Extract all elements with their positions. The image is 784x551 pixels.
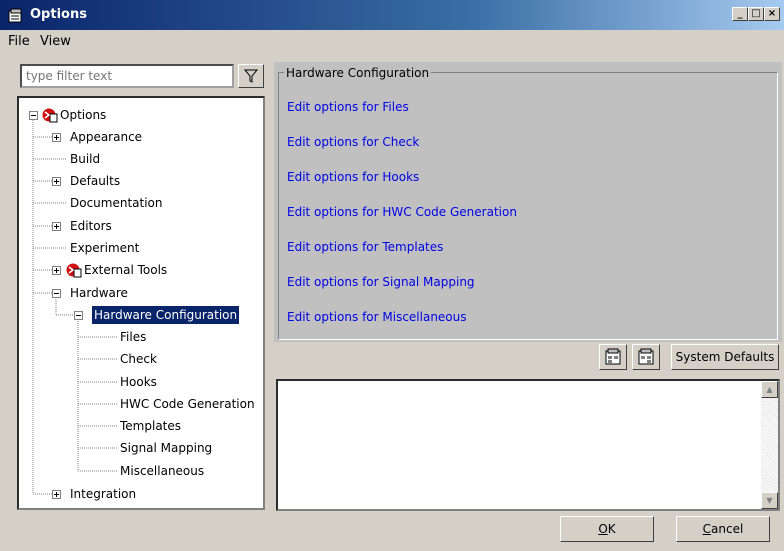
tree-item-options[interactable]: Options [60,106,106,124]
cancel-label: ancel [711,522,744,536]
link-edit-templates[interactable]: Edit options for Templates [287,240,443,254]
collapse-toggle[interactable] [74,311,83,320]
tree-item-integration[interactable]: Integration [70,485,136,503]
import-icon [605,348,621,365]
tree-item-external-tools[interactable]: External Tools [84,261,167,279]
maximize-button[interactable]: □ [748,7,764,21]
ok-mnemonic: O [598,522,608,536]
cancel-button[interactable]: Cancel [676,516,770,542]
tree-item-hooks[interactable]: Hooks [120,373,157,391]
description-text-area[interactable]: ▲ ▼ [276,379,780,511]
external-tools-icon [66,263,82,278]
ok-label: K [607,522,616,536]
tree-item-hardware[interactable]: Hardware [70,284,128,302]
menu-view[interactable]: View [40,34,71,49]
filter-button[interactable] [238,64,264,88]
minimize-button[interactable]: _ [732,7,748,21]
link-edit-files[interactable]: Edit options for Files [287,100,409,114]
system-defaults-button[interactable]: System Defaults [671,344,779,370]
link-edit-hooks[interactable]: Edit options for Hooks [287,170,419,184]
tree-item-hwc-code-generation[interactable]: HWC Code Generation [120,395,255,413]
cancel-mnemonic: C [702,522,712,536]
tree-item-editors[interactable]: Editors [70,217,112,235]
tree-item-files[interactable]: Files [120,328,146,346]
expand-toggle[interactable] [52,222,61,231]
funnel-icon [244,69,258,83]
link-edit-miscellaneous[interactable]: Edit options for Miscellaneous [287,310,467,324]
link-edit-hwc-code-generation[interactable]: Edit options for HWC Code Generation [287,205,517,219]
window-title: Options [30,7,87,22]
title-bar[interactable]: Options _ □ × [0,0,784,30]
expand-toggle[interactable] [52,490,61,499]
menu-file[interactable]: File [8,34,30,49]
close-button[interactable]: × [764,7,780,21]
export-icon [638,348,654,365]
tree-item-templates[interactable]: Templates [120,417,181,435]
export-button[interactable] [632,344,660,370]
tree-item-defaults[interactable]: Defaults [70,172,120,190]
group-title: Hardware Configuration [284,66,432,80]
tree-item-experiment[interactable]: Experiment [70,239,139,257]
collapse-toggle[interactable] [29,111,38,120]
expand-toggle[interactable] [52,266,61,275]
pane-splitter[interactable] [268,62,272,512]
scroll-down-button[interactable]: ▼ [761,492,778,509]
options-app-icon [8,8,22,23]
tree-item-appearance[interactable]: Appearance [70,128,142,146]
tree-item-check[interactable]: Check [120,350,157,368]
link-edit-signal-mapping[interactable]: Edit options for Signal Mapping [287,275,475,289]
options-tree[interactable]: Options Appearance Build Defaults Docume… [17,96,265,510]
tree-item-hardware-configuration[interactable]: Hardware Configuration [90,305,241,325]
link-edit-check[interactable]: Edit options for Check [287,135,419,149]
tree-item-build[interactable]: Build [70,150,100,168]
ok-button[interactable]: OK [560,516,654,542]
options-root-icon [42,108,58,123]
tree-item-documentation[interactable]: Documentation [70,194,163,212]
expand-toggle[interactable] [52,133,61,142]
tree-item-miscellaneous[interactable]: Miscellaneous [120,462,204,480]
tree-item-signal-mapping[interactable]: Signal Mapping [120,439,212,457]
collapse-toggle[interactable] [52,289,61,298]
expand-toggle[interactable] [52,177,61,186]
scroll-up-button[interactable]: ▲ [761,381,778,398]
import-button[interactable] [599,344,627,370]
vertical-scrollbar[interactable]: ▲ ▼ [761,381,778,509]
filter-input[interactable] [20,64,234,88]
